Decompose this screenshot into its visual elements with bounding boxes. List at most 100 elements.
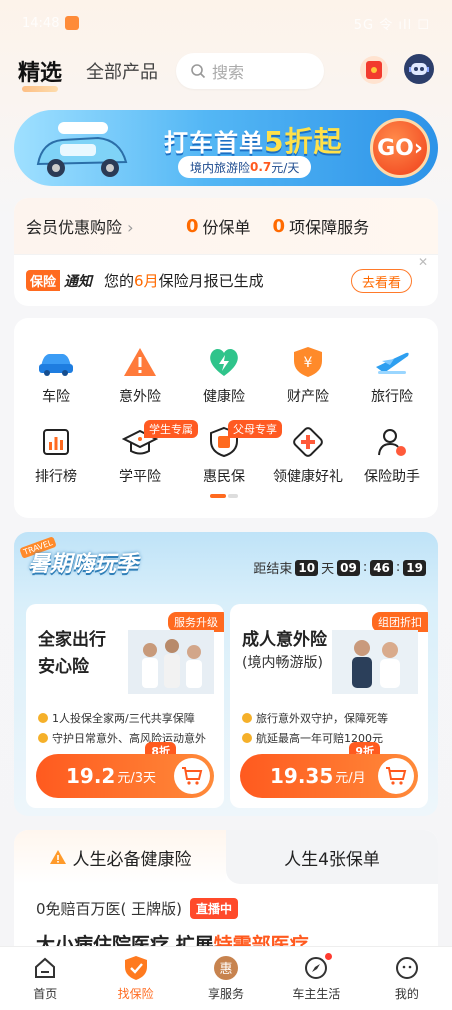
category-grid: 车险 意外险 健康险 ¥ 财产险 旅行险 排行榜 学生专属 学平险 父母专享 惠…	[14, 318, 438, 518]
shield-yen-icon: ¥	[288, 344, 328, 380]
close-icon[interactable]: ✕	[418, 255, 428, 269]
summer-campaign: TRAVEL 暑期嗨玩季 距结束 10 天 09: 46: 19 服务升级 全家…	[14, 532, 438, 816]
cart-icon[interactable]	[378, 758, 414, 794]
buy-button[interactable]: 19.2 元/3天	[36, 754, 214, 798]
nav-mine[interactable]: 我的	[362, 947, 452, 1010]
top-bar: 精选 全部产品 搜索	[0, 46, 452, 96]
member-card: 会员优惠购险 › 0 份保单 0 项保障服务 保险 通知 您的 6月 保险月报已生成 去看…	[14, 198, 438, 306]
category-label: 领健康好礼	[273, 469, 343, 485]
status-time: 14:48	[22, 15, 60, 31]
svg-text:惠: 惠	[220, 962, 233, 977]
campaign-title: 暑期嗨玩季	[28, 552, 139, 577]
product-title: 全家出行	[38, 630, 106, 650]
bottom-nav: 首页 找保险 惠 享服务 车主生活 我的	[0, 946, 452, 1010]
nav-label: 找保险	[117, 987, 154, 1001]
countdown-days: 10	[295, 559, 319, 576]
live-badge[interactable]: 直播中	[190, 898, 239, 919]
category-ranking[interactable]: 排行榜	[14, 424, 98, 486]
policy-count[interactable]: 0 份保单	[186, 214, 251, 238]
product-card[interactable]: 组团折扣 成人意外险 (境内畅游版) 旅行意外双守护，保障死等 航延最高一年可赔…	[230, 604, 428, 808]
service-count[interactable]: 0 项保障服务	[273, 214, 370, 238]
status-signal: 5G 令 ıll ☐	[353, 17, 430, 33]
tab-all-products[interactable]: 全部产品	[86, 58, 158, 84]
product-subtitle: (境内畅游版)	[242, 655, 323, 671]
status-bar: 14:48 5G 令 ıll ☐	[0, 0, 452, 46]
countdown-minutes: 46	[370, 559, 393, 576]
benefit-text: 1人投保全家两/三代共享保障	[52, 712, 195, 725]
car-illustration	[36, 122, 128, 177]
category-health-gift[interactable]: 领健康好礼	[266, 424, 350, 486]
product-benefit: 旅行意外双守护，保障死等	[242, 710, 388, 726]
svg-text:¥: ¥	[304, 355, 313, 371]
view-report-button[interactable]: 去看看	[350, 269, 412, 293]
service-label: 项保障服务	[289, 218, 370, 237]
go-label: GO	[377, 135, 414, 161]
tab-label: 人生必备健康险	[72, 849, 192, 870]
banner-sub-unit: 元/天	[271, 160, 300, 175]
category-accident-insurance[interactable]: 意外险	[98, 344, 182, 406]
go-button[interactable]: GO ›	[370, 118, 430, 178]
search-icon	[191, 64, 206, 79]
app-notification-icon	[65, 16, 80, 30]
product-subheading: 0免赔百万医( 王牌版) 直播中	[36, 898, 239, 919]
product-card[interactable]: 服务升级 全家出行 安心险 1人投保全家两/三代共享保障 守护日常意外、高风险运…	[26, 604, 224, 808]
countdown-hours: 09	[337, 559, 360, 576]
policy-num: 0	[186, 215, 199, 237]
banner-sub-price: 0.7	[250, 160, 272, 174]
category-property-insurance[interactable]: ¥ 财产险	[266, 344, 350, 406]
countdown: 距结束 10 天 09: 46: 19	[253, 558, 426, 577]
nav-label: 车主生活	[292, 987, 341, 1001]
tab-health-insurance[interactable]: 人生必备健康险	[14, 830, 226, 884]
plane-icon	[372, 344, 412, 380]
nav-label: 首页	[33, 987, 58, 1001]
medical-cross-icon	[288, 424, 328, 460]
insurance-notice: 保险 通知 您的 6月 保险月报已生成 去看看 ✕	[14, 254, 438, 306]
page-dot-active	[210, 494, 226, 498]
category-travel-insurance[interactable]: 旅行险	[350, 344, 434, 406]
product-title: 成人意外险	[242, 630, 327, 650]
banner-title-highlight: 5折起	[264, 125, 343, 158]
benefit-text: 旅行意外双守护，保障死等	[256, 712, 388, 725]
category-huiminbao[interactable]: 父母专享 惠民保	[182, 420, 282, 486]
warning-icon	[49, 850, 66, 864]
banner-subtitle: 境内旅游险 0.7 元/天	[178, 156, 312, 178]
nav-home[interactable]: 首页	[0, 947, 90, 1010]
price-unit: 元/月	[335, 770, 366, 786]
warning-icon	[120, 344, 160, 380]
nav-services[interactable]: 惠 享服务	[181, 947, 271, 1010]
countdown-day-unit: 天	[321, 562, 335, 577]
category-health-insurance[interactable]: 健康险	[182, 344, 266, 406]
search-input[interactable]: 搜索	[176, 53, 325, 89]
product-benefit: 守护日常意外、高风险运动意外	[38, 730, 206, 746]
car-icon	[36, 344, 76, 380]
category-label: 健康险	[203, 389, 245, 405]
search-placeholder: 搜索	[212, 63, 245, 82]
page-indicator	[210, 494, 238, 498]
tab-featured[interactable]: 精选	[18, 55, 62, 92]
product-subtitle: 安心险	[38, 657, 89, 677]
tab-four-policies[interactable]: 人生4张保单	[226, 830, 438, 884]
hui-service-icon: 惠	[213, 955, 239, 981]
buy-button[interactable]: 19.35 元/月	[240, 754, 418, 798]
notice-tag-b: 通知	[64, 273, 93, 290]
robot-assistant-icon[interactable]	[404, 54, 434, 84]
red-envelope-icon[interactable]	[360, 56, 388, 84]
member-discount-link[interactable]: 会员优惠购险 ›	[26, 214, 186, 238]
face-icon	[394, 955, 420, 981]
nav-car-life[interactable]: 车主生活	[271, 947, 361, 1010]
banner-title: 打车首单	[164, 129, 264, 157]
promo-banner[interactable]: 打车首单5折起 境内旅游险 0.7 元/天 GO ›	[14, 110, 438, 186]
nav-find-insurance[interactable]: 找保险	[90, 947, 180, 1010]
countdown-label: 距结束	[253, 562, 293, 577]
cart-icon[interactable]	[174, 758, 210, 794]
home-icon	[32, 955, 58, 981]
notice-text-pre: 您的	[104, 272, 135, 290]
category-student-insurance[interactable]: 学生专属 学平险	[98, 420, 198, 486]
category-label: 财产险	[287, 389, 329, 405]
family-photo	[128, 630, 214, 694]
category-car-insurance[interactable]: 车险	[14, 344, 98, 406]
policy-label: 份保单	[202, 218, 251, 237]
category-label: 旅行险	[371, 389, 413, 405]
category-insurance-assistant[interactable]: 保险助手	[350, 424, 434, 486]
category-label: 意外险	[119, 389, 161, 405]
